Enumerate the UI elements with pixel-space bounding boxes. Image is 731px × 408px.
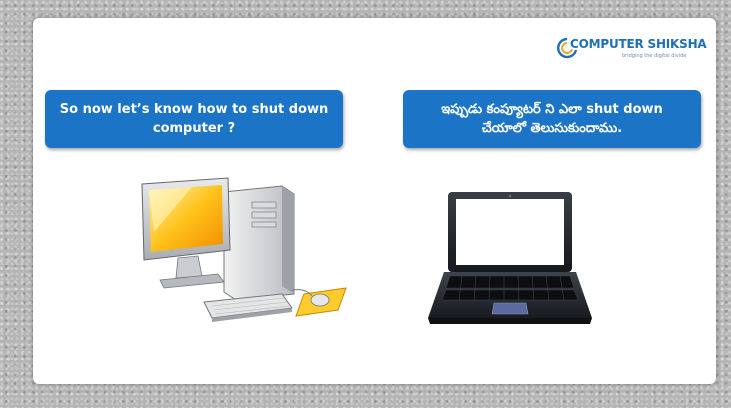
english-caption-line2: computer ?	[152, 121, 236, 136]
logo-tagline: bridging the digital divide	[622, 53, 687, 59]
computer-shiksha-logo: COMPUTER SHIKSHA bridging the digital di…	[552, 34, 707, 64]
desktop-computer-icon	[141, 177, 347, 322]
telugu-caption-line2: చేయాలో తెలుసుకుందాము.	[481, 121, 623, 136]
english-caption-bubble: So now let’s know how to shut down compu…	[45, 90, 343, 148]
slide-card: COMPUTER SHIKSHA bridging the digital di…	[33, 18, 716, 384]
english-caption-line1: So now let’s know how to shut down	[59, 102, 329, 117]
telugu-caption-line1: ఇప్పుడు కంప్యూటర్ ని ఎలా shut down	[441, 102, 663, 117]
telugu-caption-bubble: ఇప్పుడు కంప్యూటర్ ని ఎలా shut down చేయాల…	[403, 90, 701, 148]
logo-brand-text: COMPUTER SHIKSHA	[570, 37, 707, 51]
laptop-icon	[428, 192, 592, 324]
